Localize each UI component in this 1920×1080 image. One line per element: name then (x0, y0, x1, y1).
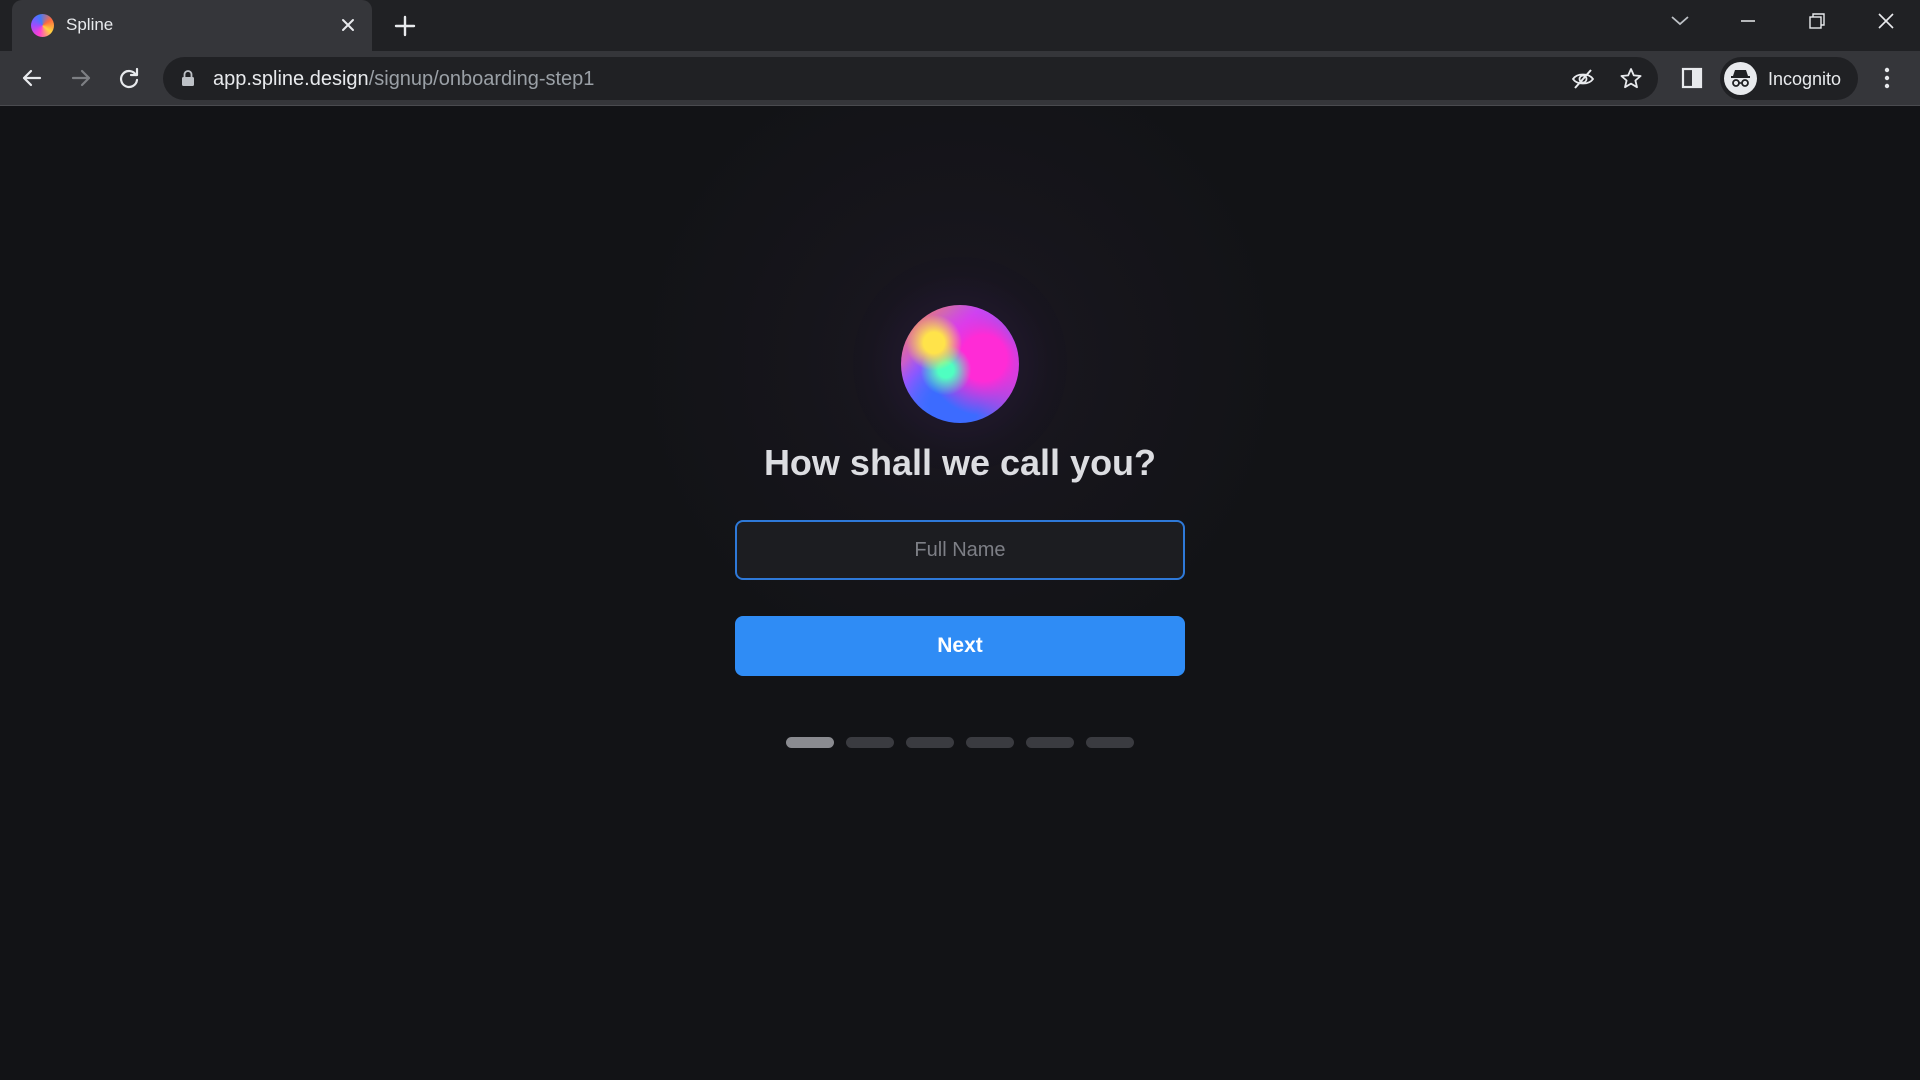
onboarding-page: How shall we call you? Next (0, 107, 1920, 1080)
reload-icon[interactable] (110, 59, 148, 97)
progress-step-1 (786, 737, 834, 748)
url-text[interactable]: app.spline.design/signup/onboarding-step… (213, 68, 594, 91)
incognito-label: Incognito (1768, 69, 1842, 89)
browser-toolbar: app.spline.design/signup/onboarding-step… (0, 51, 1920, 106)
tab-search-chevron-icon[interactable] (1650, 0, 1710, 44)
bookmark-star-icon[interactable] (1617, 65, 1645, 93)
page-title: How shall we call you? (763, 442, 1157, 483)
lock-icon[interactable] (179, 69, 197, 87)
forward-icon[interactable] (62, 59, 100, 97)
more-options-icon[interactable] (1870, 61, 1904, 95)
progress-step-3 (906, 737, 954, 748)
side-panel-icon[interactable] (1675, 61, 1709, 95)
spline-logo-orb (901, 305, 1019, 423)
progress-step-4 (966, 737, 1014, 748)
minimize-icon[interactable] (1718, 0, 1778, 44)
spline-favicon-icon (31, 14, 54, 37)
tracking-protection-eye-off-icon[interactable] (1569, 65, 1597, 93)
next-button[interactable]: Next (735, 616, 1185, 676)
progress-step-6 (1086, 737, 1134, 748)
back-icon[interactable] (13, 59, 51, 97)
incognito-profile-button[interactable]: Incognito (1720, 57, 1858, 100)
close-window-icon[interactable] (1856, 0, 1916, 44)
incognito-icon (1724, 62, 1757, 95)
progress-step-2 (846, 737, 894, 748)
tab-strip: Spline (0, 0, 1920, 51)
full-name-input[interactable] (735, 520, 1185, 580)
new-tab-icon[interactable] (390, 11, 420, 41)
onboarding-progress-indicator (786, 737, 1134, 748)
url-path: /signup/onboarding-step1 (368, 68, 595, 90)
progress-step-5 (1026, 737, 1074, 748)
tab-title: Spline (66, 15, 114, 34)
browser-tab[interactable]: Spline (12, 0, 372, 51)
url-host: app.spline.design (213, 68, 369, 90)
restore-icon[interactable] (1786, 0, 1846, 44)
tab-close-icon[interactable] (335, 12, 361, 38)
address-bar[interactable]: app.spline.design/signup/onboarding-step… (163, 57, 1658, 100)
